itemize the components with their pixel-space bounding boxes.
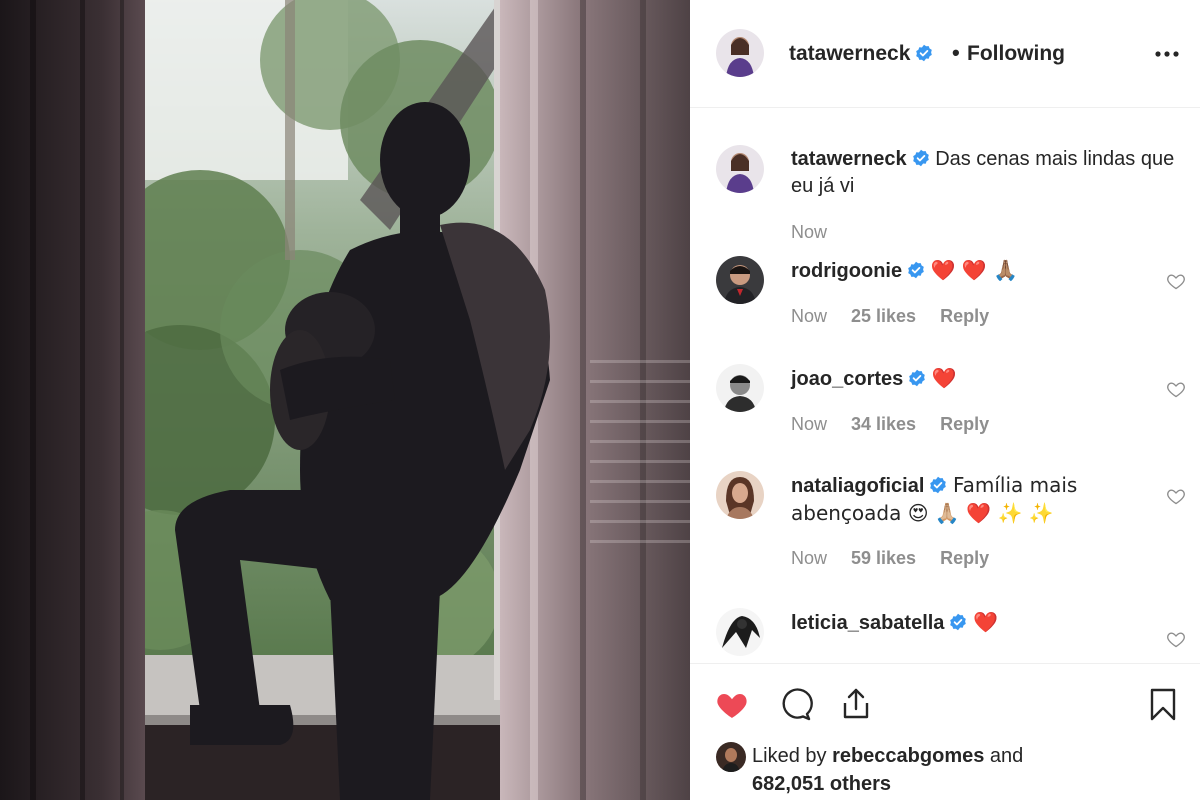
caption-meta: Now: [791, 222, 851, 243]
comment-text-block: leticia_sabatella ❤️: [791, 609, 1176, 637]
comment-likes[interactable]: 59 likes: [851, 548, 916, 568]
author-username[interactable]: tatawerneck: [789, 42, 933, 66]
bookmark-icon[interactable]: [1145, 686, 1181, 722]
comment-meta: Now 25 likes Reply: [791, 306, 1013, 327]
caption-username[interactable]: tatawerneck: [791, 148, 907, 170]
heart-filled-icon[interactable]: [714, 686, 750, 722]
comment-text: ❤️ ❤️ 🙏🏽: [930, 258, 1019, 282]
liked-by-user[interactable]: rebeccabgomes: [832, 745, 984, 767]
caption-text-block: tatawerneck Das cenas mais lindas que eu…: [791, 146, 1176, 200]
comment-text-block: rodrigoonie ❤️ ❤️ 🙏🏽: [791, 257, 1176, 285]
comment-avatar[interactable]: [716, 608, 764, 656]
comment-like-heart-icon[interactable]: [1166, 629, 1186, 649]
comment-likes[interactable]: 25 likes: [851, 306, 916, 326]
verified-badge-icon: [930, 476, 947, 494]
comment-reply-button[interactable]: Reply: [940, 306, 989, 326]
post-actions: Liked by rebeccabgomes and 682,051 other…: [690, 663, 1200, 800]
post-photo[interactable]: [0, 0, 690, 800]
comment-likes[interactable]: 34 likes: [851, 414, 916, 434]
comment-like-heart-icon[interactable]: [1166, 271, 1186, 291]
caption-time[interactable]: Now: [791, 222, 827, 242]
comment-time[interactable]: Now: [791, 414, 827, 434]
comment-time[interactable]: Now: [791, 548, 827, 568]
comment-reply-button[interactable]: Reply: [940, 414, 989, 434]
liked-by-text: Liked by rebeccabgomes and 682,051 other…: [752, 742, 1152, 798]
more-dots-icon[interactable]: [1152, 44, 1182, 64]
comment-username[interactable]: nataliagoficial: [791, 475, 924, 497]
liked-by-and: and: [989, 745, 1024, 767]
following-button[interactable]: Following: [967, 42, 1065, 66]
comment-text-block: joao_cortes ❤️: [791, 365, 1176, 393]
comment-like-heart-icon[interactable]: [1166, 486, 1186, 506]
post-photo-image: [0, 0, 690, 800]
liked-by-avatar[interactable]: [716, 742, 746, 772]
verified-badge-icon: [909, 369, 926, 387]
comment-text: ❤️: [931, 366, 957, 390]
verified-badge-icon: [908, 261, 924, 279]
caption-avatar[interactable]: [716, 145, 764, 193]
comment-meta: Now 34 likes Reply: [791, 414, 1013, 435]
comment-username[interactable]: joao_cortes: [791, 368, 903, 390]
comment-reply-button[interactable]: Reply: [940, 548, 989, 568]
liked-by-prefix: Liked by: [752, 745, 827, 767]
comment-username[interactable]: rodrigoonie: [791, 260, 902, 282]
verified-badge-icon: [950, 613, 967, 631]
comment-text-block: nataliagoficial Família mais abençoada 😍…: [791, 472, 1176, 528]
comment-like-heart-icon[interactable]: [1166, 379, 1186, 399]
post-header: tatawerneck • Following: [690, 0, 1200, 108]
separator-dot: •: [952, 40, 960, 65]
author-username-text[interactable]: tatawerneck: [789, 42, 910, 65]
comment-avatar[interactable]: [716, 471, 764, 519]
comment-avatar[interactable]: [716, 364, 764, 412]
share-icon[interactable]: [838, 686, 874, 722]
post-sidebar: tatawerneck • Following tatawerneck Das …: [690, 0, 1200, 800]
author-avatar[interactable]: [716, 29, 764, 77]
comment-username[interactable]: leticia_sabatella: [791, 612, 944, 634]
verified-badge-icon: [916, 44, 933, 62]
comment-bubble-icon[interactable]: [777, 686, 813, 722]
comment-time[interactable]: Now: [791, 306, 827, 326]
liked-by-others[interactable]: 682,051 others: [752, 773, 891, 795]
comment-text: ❤️: [973, 610, 998, 634]
verified-badge-icon: [912, 149, 929, 167]
comments-list[interactable]: tatawerneck Das cenas mais lindas que eu…: [690, 109, 1200, 663]
comment-avatar[interactable]: [716, 256, 764, 304]
comment-meta: Now 59 likes Reply: [791, 548, 1013, 569]
